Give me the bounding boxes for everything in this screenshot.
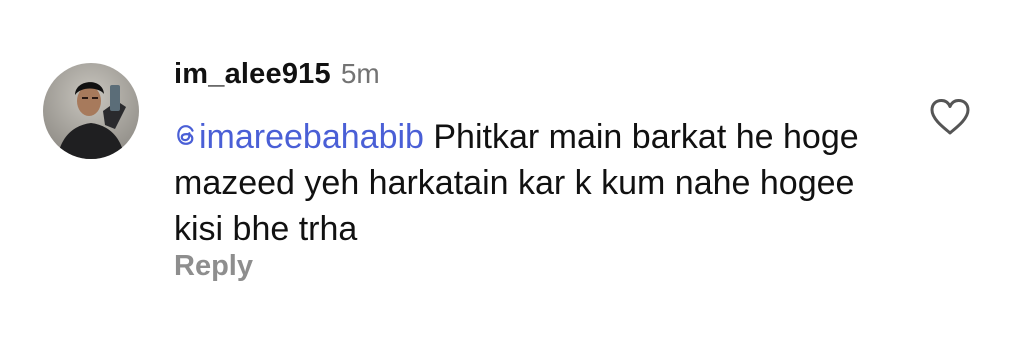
username[interactable]: im_alee915 xyxy=(174,58,331,91)
timestamp: 5m xyxy=(340,58,380,89)
mention-username[interactable]: imareebahabib xyxy=(199,114,424,160)
comment-header: im_alee915 5m xyxy=(174,58,380,94)
like-button[interactable] xyxy=(929,98,971,136)
threads-at-icon xyxy=(177,125,194,145)
heart-outline-icon xyxy=(930,99,970,135)
reply-button[interactable]: Reply xyxy=(174,250,253,283)
comment-item: im_alee915 5m imareebahabib Phitkar main… xyxy=(0,0,1024,340)
mention-link[interactable]: imareebahabib xyxy=(174,114,424,160)
avatar[interactable] xyxy=(43,63,139,159)
comment-text: imareebahabib Phitkar main barkat he hog… xyxy=(174,114,894,252)
avatar-photo-icon xyxy=(43,63,139,159)
